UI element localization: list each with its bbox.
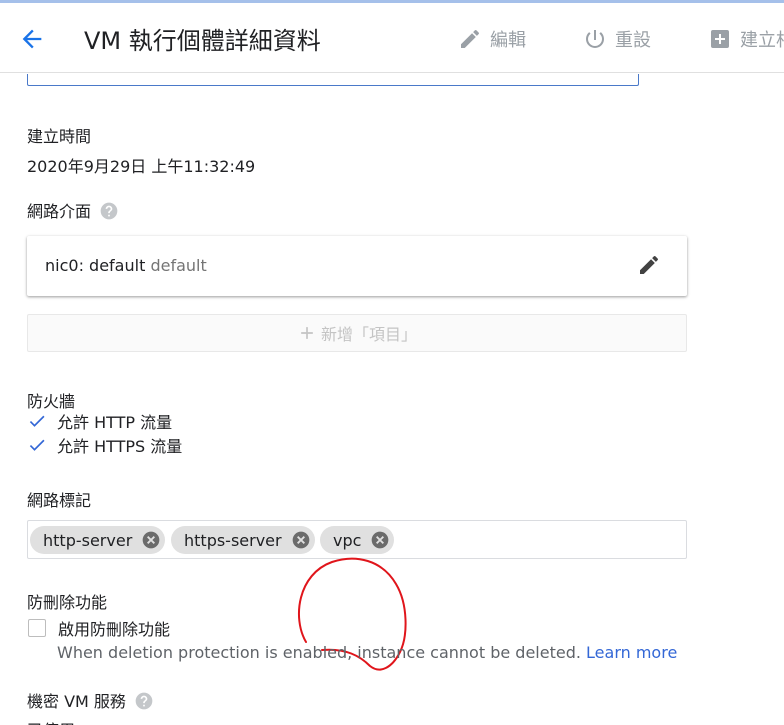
checkbox-checked-icon [27,411,47,431]
remove-tag-icon[interactable] [370,530,390,550]
nic-card[interactable]: nic0: default default [27,236,687,296]
nic-name: nic0: default [45,256,146,275]
tag-chip-label: http-server [43,530,133,550]
remove-tag-icon[interactable] [291,530,311,550]
tag-chip-label: https-server [184,530,282,550]
nic-network: default [150,256,207,275]
deletion-protection-label: 防刪除功能 [27,593,108,612]
edit-button[interactable]: 編輯 [458,23,526,55]
checkbox-checked-icon [27,435,47,455]
deletion-protection-checkbox[interactable]: 啟用防刪除功能 [27,617,170,639]
create-similar-button[interactable]: 建立相 [708,23,784,55]
checkbox-unchecked-icon [28,619,46,637]
page-title: VM 執行個體詳細資料 [84,27,321,55]
allow-https-label: 允許 HTTPS 流量 [57,437,183,456]
add-box-icon [711,30,729,48]
created-value: 2020年9月29日 上午11:32:49 [27,157,256,176]
add-item-button[interactable]: 新增「項目」 [27,314,687,352]
back-button[interactable] [14,23,50,55]
tag-chip-label: vpc [333,530,362,550]
pencil-icon [461,29,480,48]
allow-https-checkbox[interactable]: 允許 HTTPS 流量 [27,434,182,456]
confidential-vm-value: 已停用 [27,717,75,725]
plus-icon [301,327,313,339]
tag-chip: https-server [171,526,315,554]
learn-more-link[interactable]: Learn more [586,643,677,662]
confidential-vm-label: 機密 VM 服務 [27,688,154,715]
tag-chip: http-server [30,526,166,554]
pencil-icon [640,255,659,274]
allow-http-label: 允許 HTTP 流量 [57,413,173,432]
network-tags-input[interactable]: http-server https-server vpc [27,520,687,559]
arrow-back-icon [22,29,42,49]
nic-text: nic0: default default [45,256,207,275]
add-item-label: 新增「項目」 [320,325,417,344]
power-icon [586,30,604,48]
nic-edit-button[interactable] [637,253,661,277]
truncated-field[interactable] [27,74,639,86]
remove-tag-icon[interactable] [141,530,161,550]
network-interfaces-label: 網路介面 [27,198,119,225]
reset-button[interactable]: 重設 [583,23,651,55]
network-interfaces-text: 網路介面 [27,202,92,221]
reset-label: 重設 [615,30,651,51]
create-similar-label: 建立相 [740,30,784,51]
help-icon[interactable] [99,201,119,225]
deletion-protection-checkbox-label: 啟用防刪除功能 [58,620,171,639]
page-header: VM 執行個體詳細資料 編輯 重設 建立相 [0,3,784,73]
confidential-vm-text: 機密 VM 服務 [27,692,126,711]
help-icon[interactable] [134,691,154,715]
details-content: 建立時間 2020年9月29日 上午11:32:49 網路介面 nic0: de… [0,74,784,725]
description-text: When deletion protection is enabled, ins… [57,643,581,662]
edit-label: 編輯 [490,30,526,51]
created-label: 建立時間 [27,127,92,146]
tag-chip: vpc [320,526,395,554]
deletion-protection-description: When deletion protection is enabled, ins… [57,643,677,662]
allow-http-checkbox[interactable]: 允許 HTTP 流量 [27,410,172,432]
network-tags-label: 網路標記 [27,491,92,510]
